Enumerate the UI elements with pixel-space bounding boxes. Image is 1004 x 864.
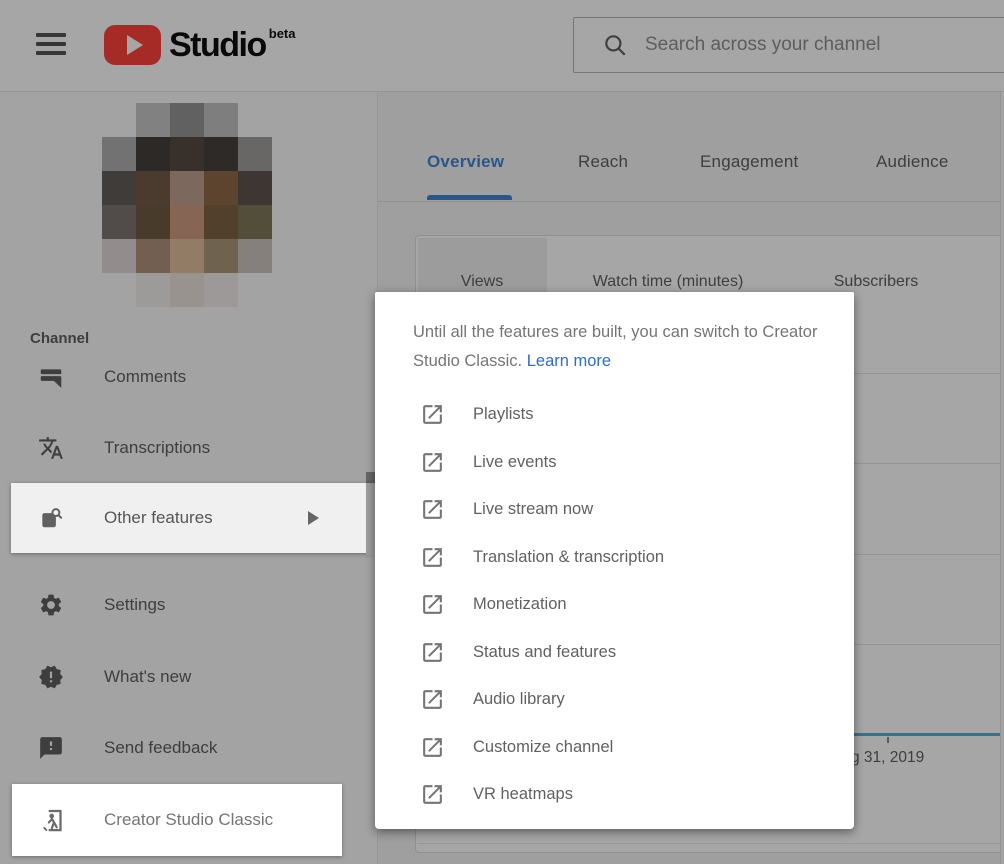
flyout-item-vr-heatmaps[interactable]: VR heatmaps [375, 771, 854, 819]
open-in-new-icon [420, 402, 445, 427]
feature-search-icon [38, 505, 64, 531]
open-in-new-icon [420, 735, 445, 760]
flyout-item-audio-library[interactable]: Audio library [375, 676, 854, 724]
flyout-item-label: Translation & transcription [473, 548, 664, 567]
open-in-new-icon [420, 545, 445, 570]
flyout-item-monetization[interactable]: Monetization [375, 581, 854, 629]
other-features-flyout: Until all the features are built, you ca… [375, 292, 854, 829]
flyout-item-label: Playlists [473, 405, 534, 424]
flyout-item-label: Audio library [473, 690, 565, 709]
sidebar-item-other-features[interactable]: Other features [11, 483, 377, 553]
open-in-new-icon [420, 450, 445, 475]
open-in-new-icon [420, 782, 445, 807]
sidebar-item-label: Creator Studio Classic [104, 810, 273, 830]
flyout-item-label: Live stream now [473, 500, 593, 519]
open-in-new-icon [420, 687, 445, 712]
flyout-item-label: Live events [473, 453, 556, 472]
open-in-new-icon [420, 592, 445, 617]
learn-more-link[interactable]: Learn more [527, 352, 611, 370]
flyout-item-live-stream-now[interactable]: Live stream now [375, 486, 854, 534]
flyout-item-label: Status and features [473, 643, 616, 662]
sidebar-item-creator-studio-classic[interactable]: Creator Studio Classic [12, 784, 342, 856]
open-in-new-icon [420, 640, 445, 665]
flyout-menu-list: Playlists Live events Live stream now Tr… [375, 391, 854, 819]
flyout-item-label: Customize channel [473, 738, 613, 757]
flyout-item-playlists[interactable]: Playlists [375, 391, 854, 439]
flyout-intro-text: Until all the features are built, you ca… [413, 318, 828, 376]
intro-text: Until all the features are built, you ca… [413, 323, 817, 370]
flyout-item-status-and-features[interactable]: Status and features [375, 629, 854, 677]
sidebar-item-label: Other features [104, 508, 213, 528]
open-in-new-icon [420, 497, 445, 522]
flyout-item-label: Monetization [473, 595, 567, 614]
flyout-item-customize-channel[interactable]: Customize channel [375, 724, 854, 772]
youtube-studio-window: Studio beta Channel Comments Transcripti… [0, 0, 1004, 864]
exit-door-icon [38, 807, 65, 834]
flyout-item-label: VR heatmaps [473, 785, 573, 804]
submenu-arrow-icon [308, 511, 319, 525]
flyout-item-live-events[interactable]: Live events [375, 439, 854, 487]
flyout-item-translation-transcription[interactable]: Translation & transcription [375, 534, 854, 582]
